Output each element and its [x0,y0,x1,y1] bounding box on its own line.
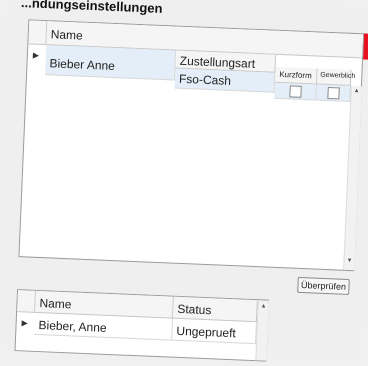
column-header-gewerblich-label: Gewerblich [320,71,356,81]
scroll-up-icon[interactable]: ▲ [260,303,266,309]
dialog-window: ...ndungseinstellungen ng x ⚙ Name ▶ Bie… [0,0,368,362]
cell-status[interactable]: Ungeprueft [172,318,257,345]
window-title: ...ndungseinstellungen [20,0,163,16]
cell-status-label: Ungeprueft [176,323,237,341]
kurzform-checkbox[interactable] [289,85,302,98]
row-header-corner [28,20,48,46]
vertical-scrollbar[interactable]: ▲ ▼ [343,85,362,271]
row-indicator-icon: ▶ [21,318,29,328]
delivery-settings-grid: Name ▶ Bieber Anne Zustellungsart Fso-Ca… [18,19,365,272]
status-grid: Name Status ▶ Bieber, Anne Ungeprueft ▲ [14,289,269,362]
scroll-up-icon[interactable]: ▲ [354,88,360,94]
vertical-scrollbar[interactable]: ▲ [255,300,269,361]
table-row[interactable]: Bieber, Anne [34,312,173,341]
cell-zustellungsart[interactable]: Fso-Cash [174,68,276,93]
scroll-down-icon[interactable]: ▼ [346,258,352,264]
column-header-status-label: Status [177,301,212,318]
cell-name: Bieber Anne [49,56,116,74]
ueberpruefen-button[interactable]: Überprüfen [297,276,350,296]
column-header-kurzform[interactable]: Kurzform [274,66,318,85]
column-header-name-label: Name [50,27,84,43]
table-row[interactable]: Bieber Anne [45,45,177,81]
cell-kurzform [274,82,317,101]
row-header-corner [17,290,37,313]
column-header-kurzform-label: Kurzform [279,69,312,81]
cell-zustellungsart-label: Fso-Cash [178,71,232,88]
gewerblich-checkbox[interactable] [327,86,340,100]
row-indicator-icon: ▶ [32,50,40,60]
ueberpruefen-label: Überprüfen [300,279,347,292]
cell-name: Bieber, Anne [38,318,107,335]
cell-gewerblich [316,84,351,102]
column-header-name-label: Name [39,296,72,312]
column-header-gewerblich[interactable]: Gewerblich [316,68,356,86]
